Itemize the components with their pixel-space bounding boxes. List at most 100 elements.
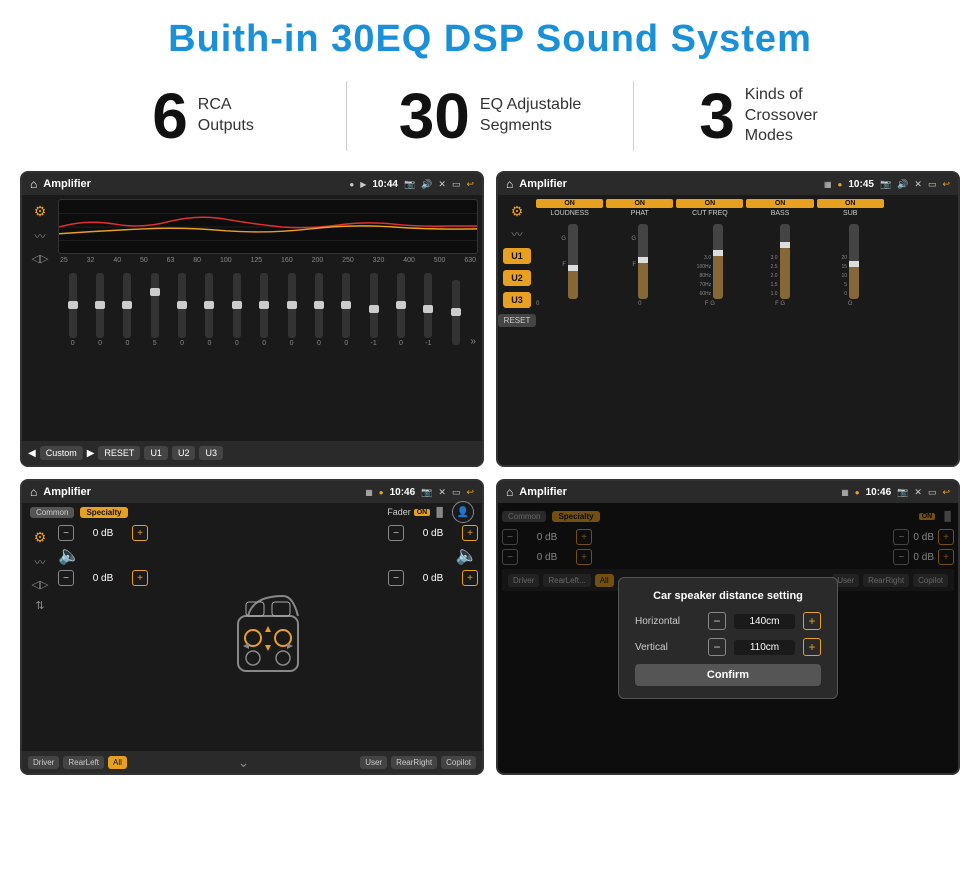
- eq-slider-7[interactable]: 0: [224, 273, 249, 347]
- eq-slider-12[interactable]: -1: [361, 273, 386, 347]
- freq-500: 500: [434, 257, 446, 264]
- status-bar-1: ⌂ Amplifier ● ▶ 10:44 📷 🔊 ✕ ▭ ↩: [22, 173, 482, 195]
- home-icon-2[interactable]: ⌂: [506, 177, 513, 191]
- stat-text-eq: EQ AdjustableSegments: [480, 95, 581, 137]
- camera-icon-1: 📷: [404, 179, 415, 190]
- fader-wave-icon[interactable]: 〰: [35, 554, 46, 570]
- fader-text: Fader: [387, 507, 411, 517]
- phat-on-btn[interactable]: ON: [606, 199, 673, 208]
- eq-slider-10[interactable]: 0: [306, 273, 331, 347]
- fader-content: ⚙ 〰 ◁▷ ⇅ − 0 dB + 🔈: [22, 521, 482, 751]
- fader-slider-icon[interactable]: ▐▌: [433, 507, 446, 517]
- eq-reset-btn[interactable]: RESET: [98, 446, 140, 460]
- user-btn[interactable]: User: [360, 756, 387, 769]
- fader-db-row-3: − 0 dB +: [388, 525, 478, 541]
- eq-u2-btn[interactable]: U2: [172, 446, 196, 460]
- car-diagram: [154, 525, 382, 747]
- fader-plus-3[interactable]: +: [462, 525, 478, 541]
- amp-u3-btn[interactable]: U3: [503, 292, 531, 308]
- bass-on-btn[interactable]: ON: [746, 199, 813, 208]
- page-title: Buith-in 30EQ DSP Sound System: [0, 0, 980, 71]
- eq-slider-14[interactable]: -1: [416, 273, 441, 347]
- eq-vol-icon[interactable]: ◁▷: [32, 252, 49, 265]
- sub-label: SUB: [843, 210, 857, 217]
- eq-tuner-icon[interactable]: ⚙: [34, 203, 47, 220]
- back-icon-2[interactable]: ↩: [942, 179, 950, 190]
- amp-u1-btn[interactable]: U1: [503, 248, 531, 264]
- eq-next-btn[interactable]: ▶: [87, 448, 95, 459]
- fader-specialty-tab[interactable]: Specialty: [80, 507, 127, 518]
- fader-minus-2[interactable]: −: [58, 570, 74, 586]
- eq-slider-11[interactable]: 0: [334, 273, 359, 347]
- status-time-4: 10:46: [866, 487, 892, 498]
- amp-wave-icon[interactable]: 〰: [512, 226, 523, 242]
- eq-custom-btn[interactable]: Custom: [40, 446, 83, 460]
- eq-slider-8[interactable]: 0: [252, 273, 277, 347]
- down-chevron-icon[interactable]: ⌄: [238, 754, 250, 771]
- eq-slider-15[interactable]: [443, 280, 468, 347]
- fader-plus-2[interactable]: +: [132, 570, 148, 586]
- eq-slider-2[interactable]: 0: [87, 273, 112, 347]
- home-icon-4[interactable]: ⌂: [506, 485, 513, 499]
- arrow-right-icon[interactable]: »: [470, 336, 476, 347]
- fader-vol-icon[interactable]: ◁▷: [32, 578, 49, 591]
- sub-on-btn[interactable]: ON: [817, 199, 884, 208]
- loudness-slider[interactable]: [568, 224, 578, 299]
- eq-slider-3[interactable]: 0: [115, 273, 140, 347]
- sub-slider[interactable]: [849, 224, 859, 299]
- fader-minus-1[interactable]: −: [58, 525, 74, 541]
- rearleft-btn[interactable]: RearLeft: [63, 756, 104, 769]
- cutfreq-on-btn[interactable]: ON: [676, 199, 743, 208]
- fader-tune-icon[interactable]: ⚙: [34, 529, 47, 546]
- back-icon-4[interactable]: ↩: [942, 487, 950, 498]
- back-icon-3[interactable]: ↩: [466, 487, 474, 498]
- amp-tune-icon[interactable]: ⚙: [511, 203, 524, 220]
- bass-slider[interactable]: [780, 224, 790, 299]
- screen-title-1: Amplifier: [43, 178, 343, 190]
- fader-common-tab[interactable]: Common: [30, 507, 74, 518]
- eq-slider-4[interactable]: 5: [142, 273, 167, 347]
- eq-u3-btn[interactable]: U3: [199, 446, 223, 460]
- home-icon-1[interactable]: ⌂: [30, 177, 37, 191]
- screens-grid: ⌂ Amplifier ● ▶ 10:44 📷 🔊 ✕ ▭ ↩ ⚙ 〰 ◁▷: [0, 165, 980, 785]
- fader-arrows-icon[interactable]: ⇅: [35, 599, 44, 612]
- eq-slider-5[interactable]: 0: [169, 273, 194, 347]
- horizontal-plus-btn[interactable]: +: [803, 612, 821, 630]
- fader-minus-3[interactable]: −: [388, 525, 404, 541]
- screen-title-2: Amplifier: [519, 178, 818, 190]
- eq-slider-9[interactable]: 0: [279, 273, 304, 347]
- driver-btn[interactable]: Driver: [28, 756, 59, 769]
- horizontal-label: Horizontal: [635, 616, 700, 627]
- fader-value-3: 0 dB: [408, 528, 458, 539]
- eq-slider-1[interactable]: 0: [60, 273, 85, 347]
- amp-u2-btn[interactable]: U2: [503, 270, 531, 286]
- copilot-btn[interactable]: Copilot: [441, 756, 476, 769]
- eq-u1-btn[interactable]: U1: [144, 446, 168, 460]
- fader-plus-4[interactable]: +: [462, 570, 478, 586]
- vertical-minus-btn[interactable]: −: [708, 638, 726, 656]
- eq-scroll-arrows[interactable]: »: [470, 336, 476, 347]
- amp-channels-grid: ON LOUDNESS GF 0: [536, 199, 954, 461]
- fader-minus-4[interactable]: −: [388, 570, 404, 586]
- eq-prev-btn[interactable]: ◀: [28, 448, 36, 459]
- freq-400: 400: [403, 257, 415, 264]
- fader-plus-1[interactable]: +: [132, 525, 148, 541]
- status-time-3: 10:46: [390, 487, 416, 498]
- horizontal-minus-btn[interactable]: −: [708, 612, 726, 630]
- freq-160: 160: [281, 257, 293, 264]
- rearright-btn[interactable]: RearRight: [391, 756, 437, 769]
- cutfreq-slider[interactable]: [713, 224, 723, 299]
- vertical-plus-btn[interactable]: +: [803, 638, 821, 656]
- back-icon-1[interactable]: ↩: [466, 179, 474, 190]
- user-icon[interactable]: 👤: [452, 501, 474, 523]
- phat-slider[interactable]: [638, 224, 648, 299]
- eq-wave-icon[interactable]: 〰: [35, 228, 46, 244]
- loudness-on-btn[interactable]: ON: [536, 199, 603, 208]
- eq-slider-6[interactable]: 0: [197, 273, 222, 347]
- eq-slider-13[interactable]: 0: [388, 273, 413, 347]
- screen-dialog: ⌂ Amplifier ▦ ● 10:46 📷 ✕ ▭ ↩ Common Spe…: [496, 479, 960, 775]
- home-icon-3[interactable]: ⌂: [30, 485, 37, 499]
- confirm-button[interactable]: Confirm: [635, 664, 821, 686]
- amp-reset-btn[interactable]: RESET: [498, 314, 537, 327]
- all-btn[interactable]: All: [108, 756, 127, 769]
